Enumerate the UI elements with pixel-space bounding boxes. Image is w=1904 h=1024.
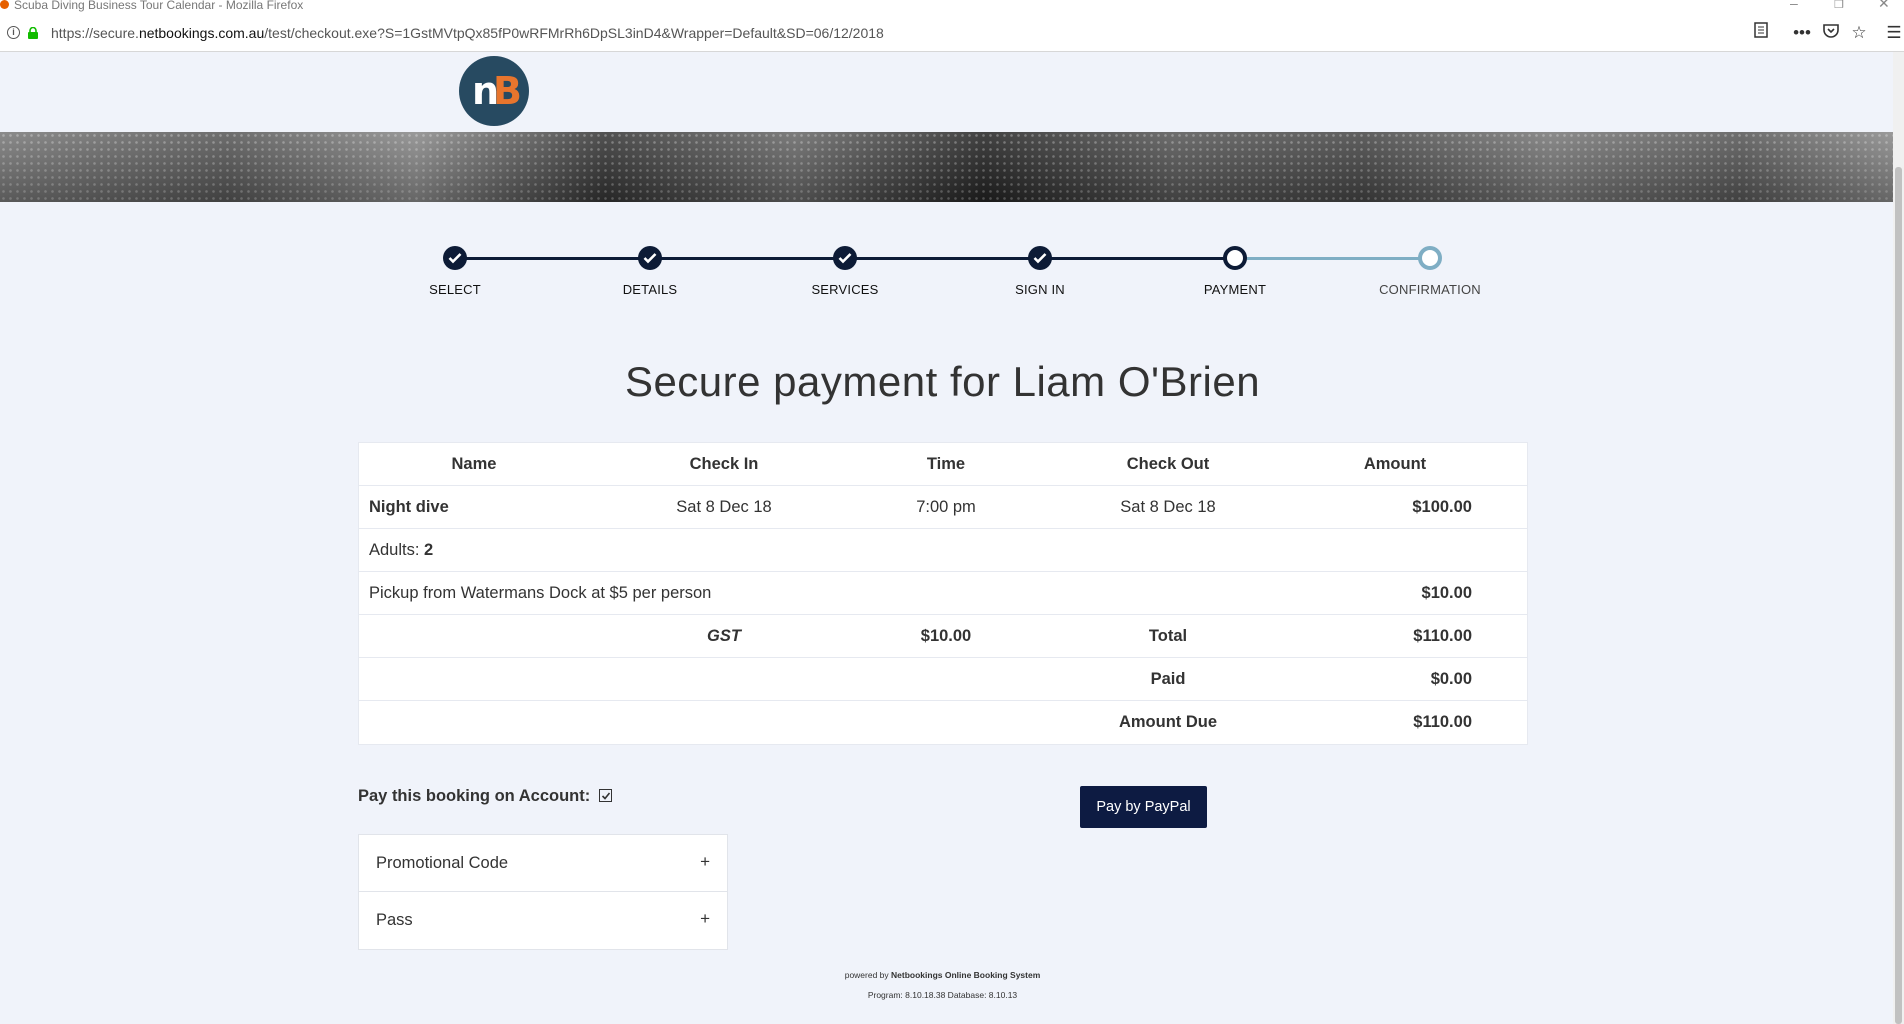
menu-icon[interactable]: ☰ <box>1883 22 1904 44</box>
item-name: Night dive <box>369 498 449 516</box>
expand-plus-icon[interactable]: + <box>700 909 710 929</box>
lock-icon[interactable] <box>27 27 39 39</box>
step-services-label: SERVICES <box>811 282 879 297</box>
item-time: 7:00 pm <box>916 498 976 516</box>
table-row-item: Night dive Sat 8 Dec 18 7:00 pm Sat 8 De… <box>359 486 1527 529</box>
step-payment-dot <box>1223 246 1247 270</box>
scrollbar-thumb[interactable] <box>1895 167 1902 1024</box>
header-check-out: Check Out <box>1126 455 1210 473</box>
header-banner-image <box>0 132 1893 202</box>
powered-by-text: powered by Netbookings Online Booking Sy… <box>844 970 1041 980</box>
table-row-paid: Paid $0.00 <box>359 658 1527 701</box>
promotional-code-panel[interactable]: Promotional Code + <box>359 835 727 892</box>
reader-view-icon[interactable] <box>1750 22 1772 44</box>
item-amount: $100.00 <box>1412 498 1472 516</box>
header-name: Name <box>451 455 497 473</box>
pay-on-account-label: Pay this booking on Account: <box>358 787 591 805</box>
header-check-in: Check In <box>689 455 759 473</box>
page-scrollbar[interactable] <box>1893 52 1904 1024</box>
item-check-out: Sat 8 Dec 18 <box>1120 498 1216 516</box>
site-header: n B <box>0 52 1893 132</box>
page-footer: powered by Netbookings Online Booking Sy… <box>0 965 1885 1005</box>
window-titlebar: Scuba Diving Business Tour Calendar - Mo… <box>0 0 1904 14</box>
adults-text: Adults: 2 <box>369 541 434 559</box>
pass-panel[interactable]: Pass + <box>359 892 727 949</box>
step-payment-label: PAYMENT <box>1203 282 1267 297</box>
amount-due-value: $110.00 <box>1413 713 1472 731</box>
gst-value: $10.00 <box>920 627 972 645</box>
window-title: Scuba Diving Business Tour Calendar - Mo… <box>14 0 304 12</box>
table-row-gst-total: GST $10.00 Total $110.00 <box>359 615 1527 658</box>
extra-amount: $10.00 <box>1421 584 1472 602</box>
bookmark-star-icon[interactable]: ☆ <box>1848 22 1870 44</box>
item-check-in: Sat 8 Dec 18 <box>676 498 772 516</box>
header-amount: Amount <box>1363 455 1427 473</box>
step-details-dot <box>638 246 662 270</box>
discount-accordion: Promotional Code + Pass + <box>358 834 728 950</box>
step-confirmation-label: CONFIRMATION <box>1379 282 1481 297</box>
close-icon[interactable]: ✕ <box>1878 0 1890 10</box>
page-actions-icon[interactable]: ••• <box>1791 22 1813 44</box>
site-info-icon[interactable]: i <box>7 26 20 39</box>
pocket-icon[interactable] <box>1820 22 1842 44</box>
minimize-icon[interactable]: – <box>1790 0 1798 10</box>
page-content: n B SELECT DETAILS SERVICES SIGN IN PAYM… <box>0 52 1893 1024</box>
version-text: Program: 8.10.18.38 Database: 8.10.13 <box>867 990 1018 1000</box>
step-details-label: DETAILS <box>622 282 678 297</box>
table-row-extra: Pickup from Watermans Dock at $5 per per… <box>359 572 1527 615</box>
address-bar[interactable]: i https://secure.netbookings.com.au/test… <box>0 14 1904 52</box>
total-label: Total <box>1148 627 1188 645</box>
netbookings-logo[interactable]: n B <box>459 56 529 126</box>
table-row-adults: Adults: 2 <box>359 529 1527 572</box>
gst-label: GST <box>707 627 741 645</box>
step-services-dot <box>833 246 857 270</box>
promotional-code-label: Promotional Code <box>376 854 509 872</box>
step-sign-in-label: SIGN IN <box>1015 282 1065 297</box>
total-value: $110.00 <box>1413 627 1472 645</box>
table-row-amount-due: Amount Due $110.00 <box>359 701 1527 744</box>
pay-on-account-checkbox[interactable] <box>598 789 612 802</box>
pay-by-paypal-button[interactable]: Pay by PayPal <box>1080 786 1207 828</box>
page-title: Secure payment for Liam O'Brien <box>624 358 1261 405</box>
restore-icon[interactable]: ❐ <box>1834 0 1844 11</box>
checkout-progress-stepper: SELECT DETAILS SERVICES SIGN IN PAYMENT … <box>0 202 1893 322</box>
pass-label: Pass <box>376 911 413 929</box>
firefox-icon <box>0 0 9 9</box>
url-text[interactable]: https://secure.netbookings.com.au/test/c… <box>51 25 884 41</box>
expand-plus-icon[interactable]: + <box>700 852 710 872</box>
table-header-row: Name Check In Time Check Out Amount <box>359 443 1527 486</box>
step-sign-in-dot <box>1028 246 1052 270</box>
amount-due-label: Amount Due <box>1118 713 1218 731</box>
paid-value: $0.00 <box>1430 670 1472 688</box>
pay-on-account: Pay this booking on Account: <box>358 787 612 806</box>
header-time: Time <box>926 455 966 473</box>
step-select-dot <box>443 246 467 270</box>
stepper-track-remaining <box>1235 257 1430 260</box>
step-confirmation-dot <box>1418 246 1442 270</box>
paid-label: Paid <box>1150 670 1186 688</box>
step-select-label: SELECT <box>429 282 481 297</box>
booking-summary-table: Name Check In Time Check Out Amount Nigh… <box>358 442 1528 745</box>
extra-label: Pickup from Watermans Dock at $5 per per… <box>369 584 712 602</box>
